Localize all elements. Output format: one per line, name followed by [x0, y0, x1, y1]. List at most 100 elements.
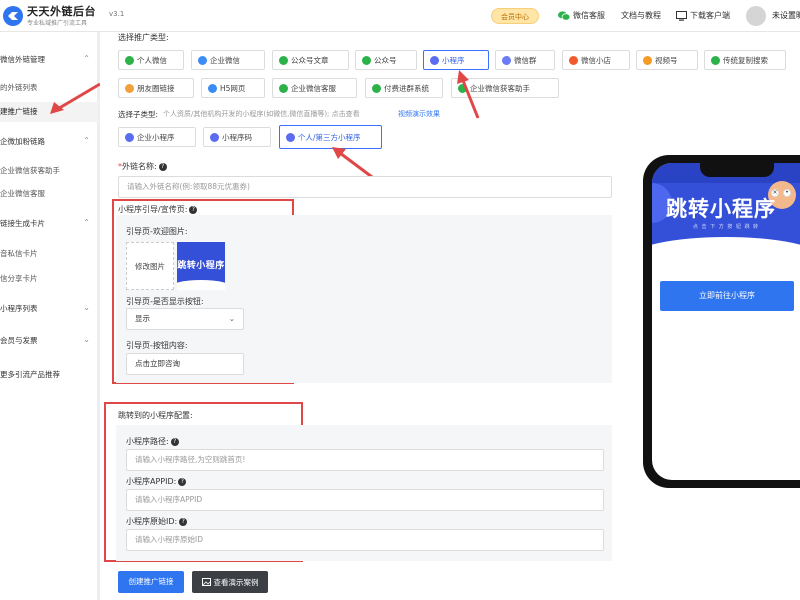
type-article[interactable]: 公众号文章 — [272, 50, 349, 70]
thumbnail-title: 跳转小程序 — [177, 261, 225, 271]
thumbnail-wave — [177, 280, 225, 290]
appid-input[interactable]: 请输入小程序APPID — [126, 489, 604, 511]
wechat-icon — [558, 10, 570, 21]
preview-more-icon[interactable]: • — [783, 189, 791, 197]
paid-group-icon — [372, 83, 381, 93]
mini-program-icon — [430, 55, 439, 65]
type-personal-wechat[interactable]: 个人微信 — [118, 50, 184, 70]
banner-wave — [652, 237, 800, 255]
view-demo-button[interactable]: 查看演示案例 — [192, 571, 268, 593]
wechat-service-label: 微信客服 — [573, 11, 605, 20]
help-icon[interactable]: ? — [179, 517, 188, 526]
name-label: *外链名称:? — [118, 161, 167, 172]
app-logo[interactable] — [2, 5, 24, 27]
type-wechat-group[interactable]: 微信群 — [495, 50, 555, 70]
preview-close-icon[interactable]: × — [771, 189, 779, 197]
change-image-button[interactable]: 修改图片 — [126, 242, 174, 290]
download-client-link[interactable]: 下载客户端 — [676, 10, 730, 21]
chevron-up-icon: ⌃ — [83, 218, 90, 227]
sidebar-item-acquisition[interactable]: 企业微信获客助手 — [0, 161, 98, 181]
type-label: 选择推广类型: — [118, 33, 169, 42]
wechat-group-icon — [502, 55, 511, 65]
official-account-icon — [362, 55, 371, 65]
phone-preview-screen: 跳转小程序 点 击 下 方 按 钮 跳 转 立即前往小程序 — [652, 163, 800, 480]
subtype-hint: 个人资质/其他机构开发的小程序(如微信,微信直播等); 点击查看 — [163, 110, 360, 118]
chevron-up-icon: ⌃ — [83, 136, 90, 145]
customer-service-icon — [279, 83, 288, 93]
version-label: v3.1 — [109, 10, 125, 18]
chevron-down-icon: ⌄ — [83, 335, 90, 344]
mini-program-icon — [125, 132, 134, 142]
wechat-service-link[interactable]: 微信客服 — [558, 10, 605, 21]
sidebar-item-share-card[interactable]: 信分享卡片 — [0, 269, 98, 289]
type-wechat-shop[interactable]: 微信小店 — [562, 50, 630, 70]
mini-program-icon — [286, 132, 295, 142]
guide-label: 小程序引导/宣传页:? — [118, 204, 198, 215]
sidebar-group-more-products[interactable]: 更多引流产品推荐 — [0, 369, 98, 380]
docs-link[interactable]: 文档与教程 — [621, 10, 661, 21]
sidebar-group-wechat-links[interactable]: 微信外链管理 ⌃ — [0, 54, 98, 65]
show-button-label: 引导页-是否显示按钮: — [126, 297, 204, 306]
appid-label: 小程序APPID:? — [126, 476, 187, 487]
avatar[interactable] — [746, 6, 766, 26]
preview-go-button[interactable]: 立即前往小程序 — [660, 281, 794, 311]
sidebar-group-mini-programs[interactable]: 小程序列表 ⌄ — [0, 303, 98, 314]
type-h5[interactable]: H5网页 — [201, 78, 265, 98]
sidebar-group-wecom[interactable]: 企微加粉链路 ⌃ — [0, 136, 98, 147]
preview-title: 跳转小程序 — [666, 197, 776, 221]
chevron-up-icon: ⌃ — [83, 54, 90, 63]
sidebar-group-membership[interactable]: 会员与发票 ⌄ — [0, 335, 98, 346]
member-center-button[interactable]: 会员中心 — [491, 8, 539, 24]
sidebar-item-dm-card[interactable]: 音私信卡片 — [0, 244, 98, 264]
wecom-icon — [198, 55, 207, 65]
user-nickname[interactable]: 未设置昵 — [772, 10, 800, 21]
origin-id-label: 小程序原始ID:? — [126, 516, 188, 527]
phone-notch — [700, 163, 774, 177]
chevron-down-icon: ⌄ — [83, 303, 90, 312]
subtype-qrcode[interactable]: 小程序码 — [203, 127, 271, 147]
help-icon[interactable]: ? — [158, 162, 167, 171]
official-account-icon — [279, 55, 288, 65]
button-content-label: 引导页-按钮内容: — [126, 341, 188, 350]
create-link-button[interactable]: 创建推广链接 — [118, 571, 184, 593]
help-icon[interactable]: ? — [170, 437, 179, 446]
wechat-icon — [125, 55, 134, 65]
link-name-input[interactable]: 请输入外链名称(例:领取88元优惠券) — [118, 176, 612, 198]
type-wecom[interactable]: 企业微信 — [191, 50, 265, 70]
sidebar-item-wecom-service[interactable]: 企业微信客服 — [0, 184, 98, 204]
type-paid-group[interactable]: 付费进群系统 — [365, 78, 443, 98]
path-input[interactable]: 请输入小程序路径,为空则跳首页! — [126, 449, 604, 471]
channels-icon — [643, 55, 652, 65]
monitor-icon — [676, 10, 687, 21]
sidebar: 微信外链管理 ⌃ 的外链列表 建推广链接 企微加粉链路 ⌃ 企业微信获客助手 企业微… — [0, 32, 98, 600]
button-content-input[interactable]: 点击立即咨询 — [126, 353, 244, 375]
search-icon — [711, 55, 720, 65]
shop-icon — [569, 55, 578, 65]
preview-subtitle: 点 击 下 方 按 钮 跳 转 — [692, 224, 760, 230]
image-icon — [201, 578, 211, 586]
brand-subtitle: 专业私域推广引流工具 — [27, 20, 88, 27]
guide-image-label: 引导页-欢迎图片: — [126, 227, 188, 236]
subtype-label: 选择子类型: — [118, 110, 159, 119]
sidebar-group-cards[interactable]: 链接生成卡片 ⌃ — [0, 218, 98, 229]
annotation-arrow-icon — [50, 82, 101, 114]
help-icon[interactable]: ? — [189, 205, 198, 214]
help-icon[interactable]: ? — [178, 477, 187, 486]
type-moments[interactable]: 朋友圈链接 — [118, 78, 194, 98]
type-wecom-service[interactable]: 企业微信客服 — [272, 78, 357, 98]
h5-icon — [208, 83, 217, 93]
demo-video-link[interactable]: 视频演示效果 — [398, 109, 440, 119]
type-mini-program[interactable]: 小程序 — [423, 50, 489, 70]
type-official-account[interactable]: 公众号 — [355, 50, 417, 70]
type-channels[interactable]: 视频号 — [636, 50, 698, 70]
mini-program-icon — [210, 132, 219, 142]
chevron-down-icon: ⌄ — [228, 314, 235, 323]
subtype-enterprise[interactable]: 企业小程序 — [118, 127, 196, 147]
config-label: 跳转到的小程序配置: — [118, 411, 193, 420]
type-copy-search[interactable]: 传统复制搜索 — [704, 50, 786, 70]
top-header: 天天外链后台 专业私域推广引流工具 v3.1 会员中心 微信客服 文档与教程 下… — [0, 0, 800, 32]
brand-title: 天天外链后台 — [27, 5, 96, 18]
show-button-select[interactable]: 显示 ⌄ — [126, 308, 244, 330]
annotation-arrow-icon — [457, 70, 480, 119]
origin-id-input[interactable]: 请输入小程序原始ID — [126, 529, 604, 551]
